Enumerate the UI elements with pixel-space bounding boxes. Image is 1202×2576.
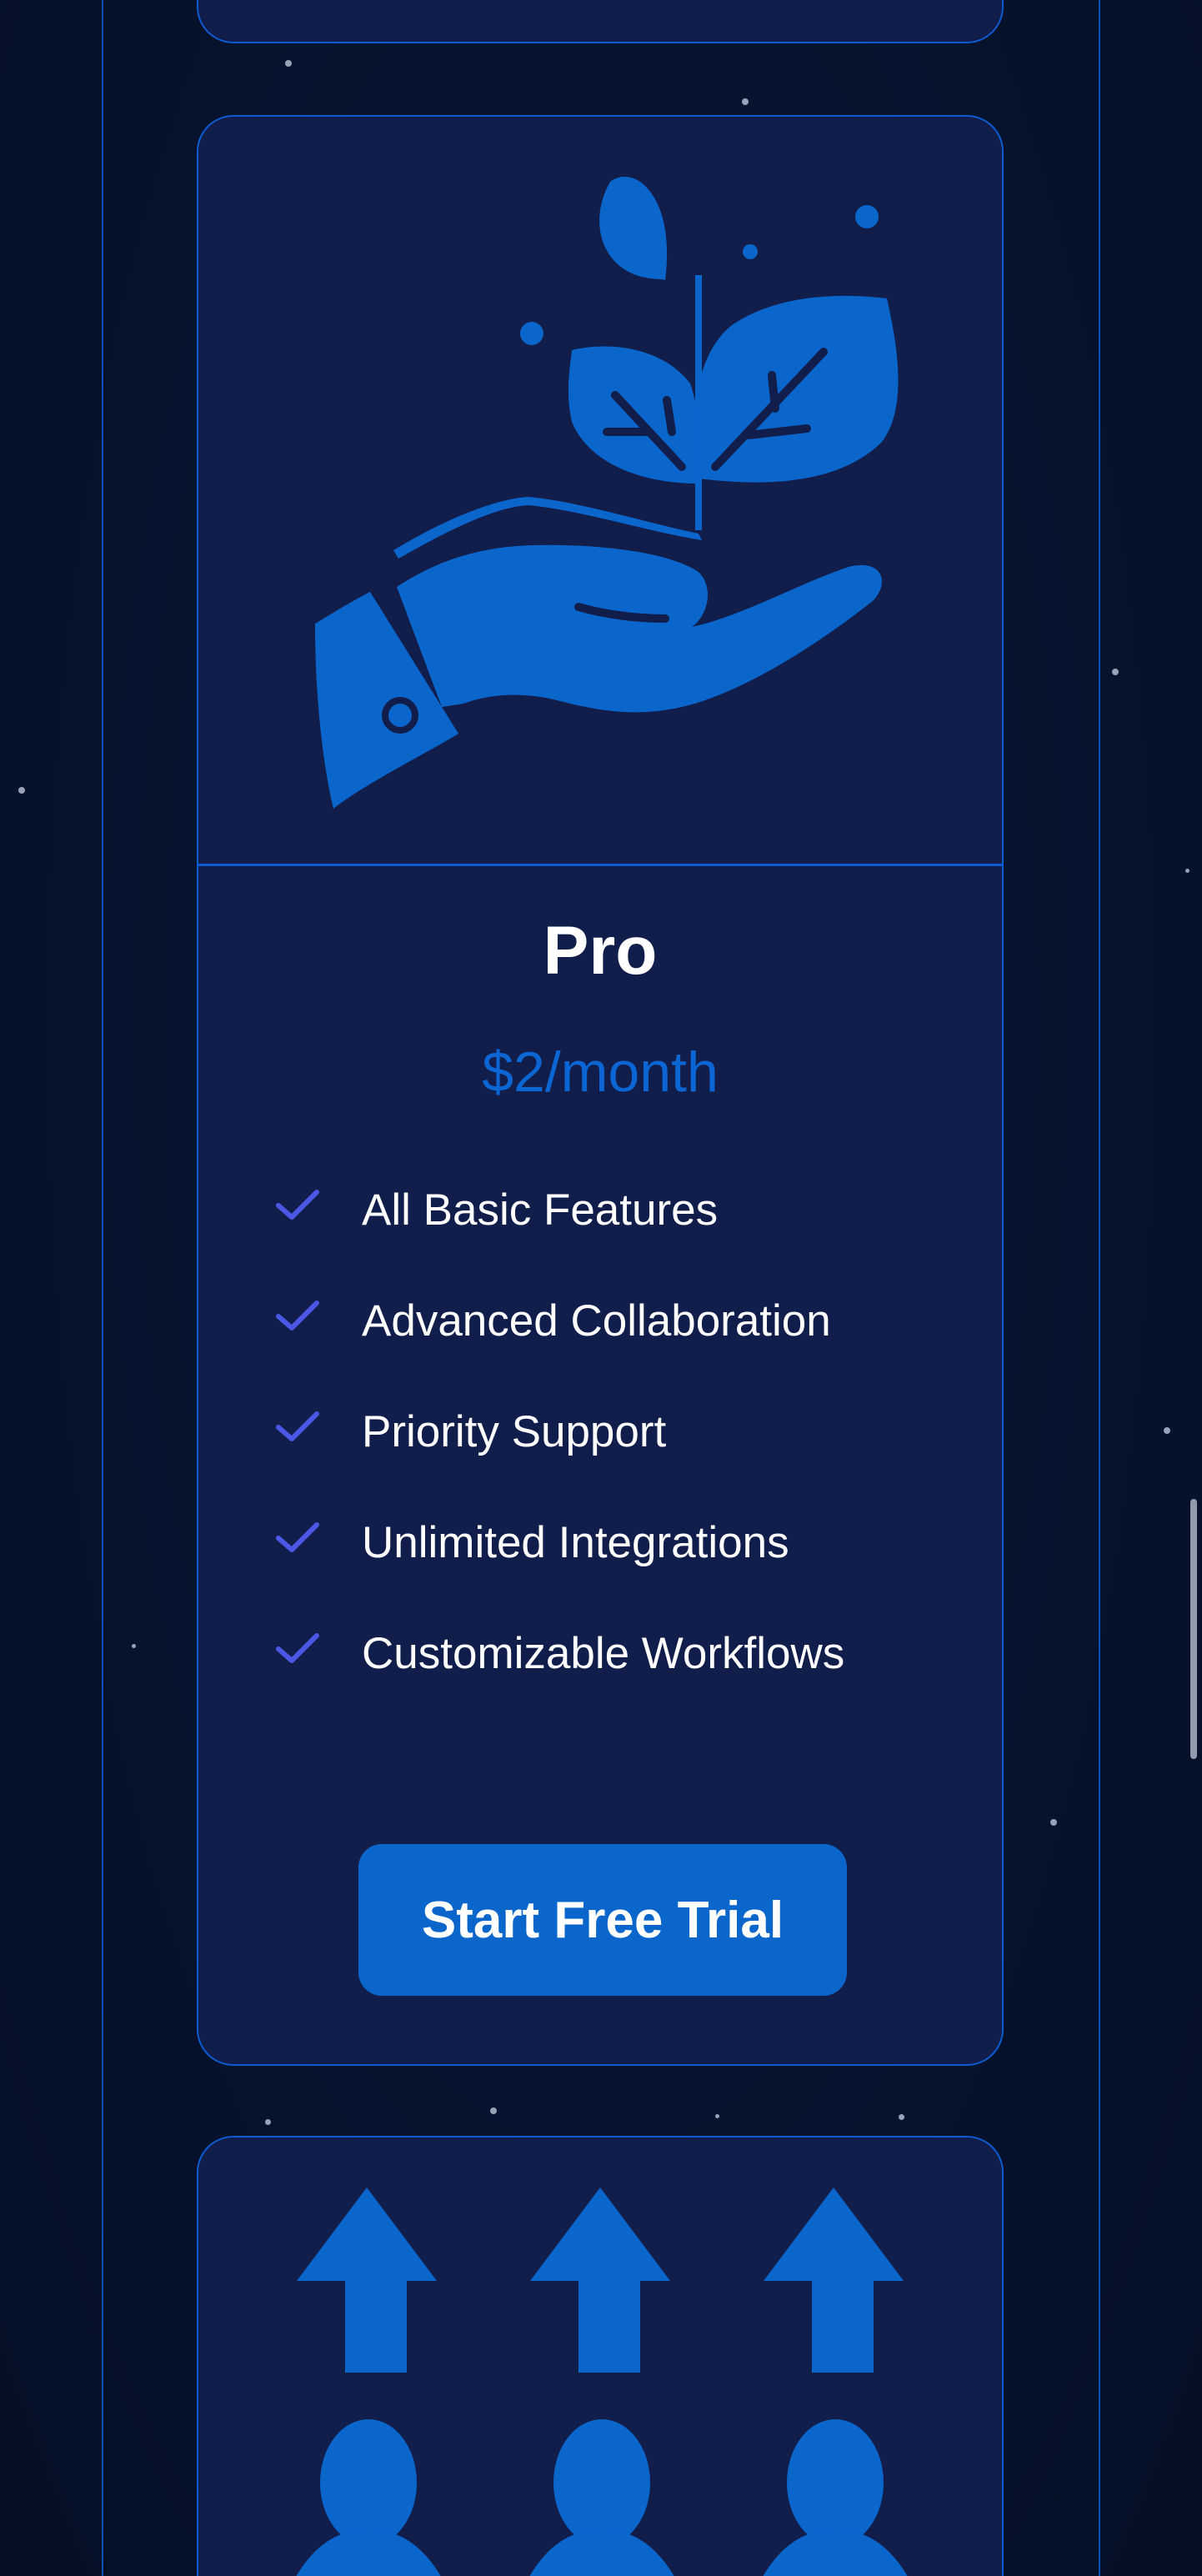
start-free-trial-button[interactable]: Start Free Trial — [358, 1844, 847, 1996]
next-plan-card — [197, 2136, 1004, 2576]
feature-item: Customizable Workflows — [275, 1629, 844, 1740]
star — [715, 2114, 719, 2118]
frame-line-right — [1099, 0, 1100, 2576]
star — [18, 787, 25, 794]
star — [490, 2107, 497, 2114]
feature-label: Unlimited Integrations — [362, 1518, 789, 1567]
star — [265, 2119, 271, 2125]
pro-plan-card: Pro $2/month All Basic Features Advanced… — [197, 115, 1004, 2066]
check-icon — [276, 1633, 319, 1663]
star — [1050, 1819, 1057, 1826]
check-icon — [276, 1190, 319, 1220]
plan-illustration — [198, 117, 1002, 866]
feature-item: Advanced Collaboration — [275, 1296, 844, 1407]
check-icon — [276, 1301, 319, 1331]
feature-label: Advanced Collaboration — [362, 1296, 831, 1346]
team-growth-arrows-icon — [296, 2188, 908, 2576]
feature-item: Unlimited Integrations — [275, 1518, 844, 1629]
feature-list: All Basic Features Advanced Collaboratio… — [275, 1185, 844, 1740]
feature-label: All Basic Features — [362, 1185, 719, 1235]
check-icon — [276, 1411, 319, 1441]
feature-item: All Basic Features — [275, 1185, 844, 1296]
star — [1164, 1427, 1170, 1434]
scrollbar-thumb[interactable] — [1190, 1499, 1197, 1759]
star — [899, 2114, 904, 2120]
star — [285, 60, 292, 67]
hand-with-sprout-icon — [315, 177, 899, 809]
check-icon — [276, 1522, 319, 1552]
plan-title: Pro — [543, 913, 658, 989]
star — [742, 98, 749, 105]
plan-price: $2/month — [482, 1040, 719, 1104]
page: Pro $2/month All Basic Features Advanced… — [0, 0, 1202, 2576]
star — [1185, 869, 1189, 873]
feature-item: Priority Support — [275, 1407, 844, 1518]
previous-plan-card — [197, 0, 1004, 43]
feature-label: Priority Support — [362, 1407, 667, 1456]
star — [132, 1644, 136, 1648]
feature-label: Customizable Workflows — [362, 1629, 845, 1678]
star — [1112, 669, 1119, 675]
frame-line-left — [102, 0, 103, 2576]
